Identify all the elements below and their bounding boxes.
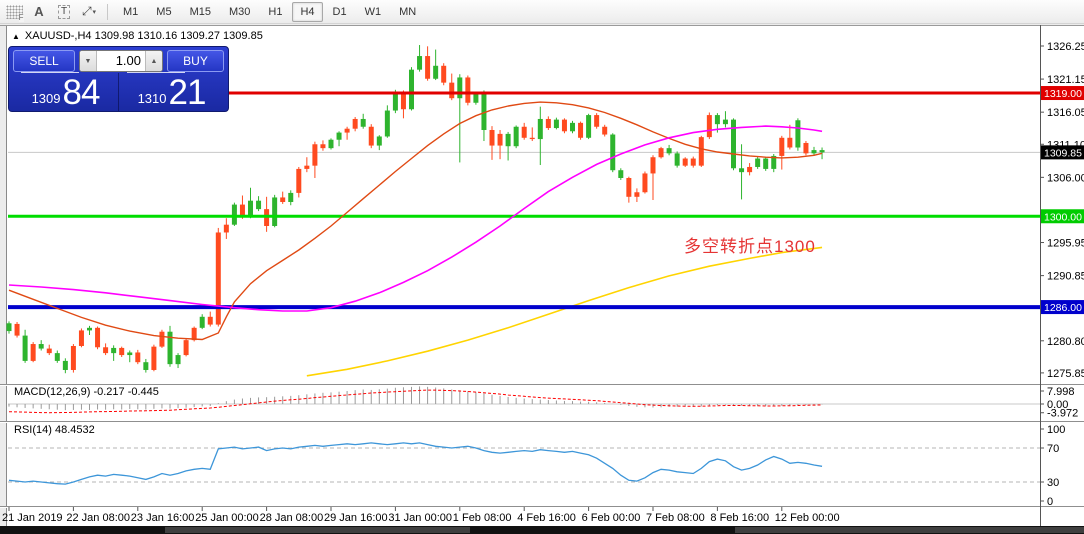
toolbar-separator [107, 3, 108, 20]
svg-text:0: 0 [1047, 496, 1053, 508]
macd-indicator-label: MACD(12,26,9) -0.217 -0.445 [14, 386, 159, 398]
chart-symbol-marker-icon: ▲ [12, 31, 20, 41]
svg-text:1326.25: 1326.25 [1047, 41, 1084, 53]
buy-price-prefix: 1310 [137, 91, 167, 106]
volume-increase-button[interactable]: ▲ [145, 51, 162, 71]
one-click-trading-panel: SELL ▼ 1.00 ▲ BUY 1309 84 1310 21 [8, 46, 229, 112]
chart-annotation: 多空转折点1300 [684, 237, 816, 256]
svg-text:100: 100 [1047, 424, 1065, 436]
svg-text:1 Feb 08:00: 1 Feb 08:00 [453, 512, 512, 524]
svg-text:1306.00: 1306.00 [1047, 172, 1084, 184]
svg-text:25 Jan 00:00: 25 Jan 00:00 [195, 512, 259, 524]
chevron-down-icon: ▾ [92, 8, 97, 16]
grid-icon: F [5, 4, 24, 22]
timeframe-button-d1[interactable]: D1 [325, 2, 355, 22]
volume-input[interactable]: 1.00 [97, 51, 145, 71]
svg-text:1300.00: 1300.00 [1044, 211, 1082, 223]
letter-a-icon: A [34, 4, 44, 19]
svg-text:1321.15: 1321.15 [1047, 74, 1084, 86]
sell-price-big: 84 [62, 73, 100, 112]
svg-text:1316.05: 1316.05 [1047, 107, 1084, 119]
svg-text:1290.85: 1290.85 [1047, 271, 1084, 283]
svg-text:6 Feb 00:00: 6 Feb 00:00 [582, 512, 641, 524]
timeframe-button-m5[interactable]: M5 [148, 2, 179, 22]
svg-text:29 Jan 16:00: 29 Jan 16:00 [324, 512, 388, 524]
rsi-indicator-label: RSI(14) 48.4532 [14, 424, 95, 436]
text-label-button[interactable]: T [53, 2, 75, 22]
svg-text:70: 70 [1047, 443, 1059, 455]
chart-window: 1326.25 1321.15 1316.05 1311.10 1306.00 1295.… [0, 25, 1084, 526]
svg-text:23 Jan 16:00: 23 Jan 16:00 [131, 512, 195, 524]
svg-text:4 Feb 16:00: 4 Feb 16:00 [517, 512, 576, 524]
timeframe-button-m30[interactable]: M30 [221, 2, 258, 22]
svg-text:1275.85: 1275.85 [1047, 368, 1084, 380]
svg-text:-3.972: -3.972 [1047, 408, 1078, 420]
svg-text:28 Jan 08:00: 28 Jan 08:00 [260, 512, 324, 524]
bottom-edge-segment [165, 527, 470, 533]
svg-text:21 Jan 2019: 21 Jan 2019 [2, 512, 63, 524]
cursor-tools-button[interactable]: ⤢ ▾ [78, 2, 100, 22]
svg-text:1319.00: 1319.00 [1044, 88, 1082, 100]
top-toolbar: F A T ⤢ ▾ M1 M5 M15 M30 H1 H4 D1 W1 MN [0, 0, 1084, 24]
svg-text:30: 30 [1047, 477, 1059, 489]
timeframe-button-h4[interactable]: H4 [292, 1, 323, 22]
svg-text:1286.00: 1286.00 [1044, 302, 1082, 314]
sell-button[interactable]: SELL [13, 50, 75, 72]
svg-text:1295.95: 1295.95 [1047, 238, 1084, 250]
grid-icon-button[interactable]: F [3, 2, 25, 22]
sell-price-area[interactable]: 1309 84 [13, 72, 118, 112]
timeframe-button-h1[interactable]: H1 [260, 2, 290, 22]
volume-decrease-button[interactable]: ▼ [80, 51, 97, 71]
svg-text:22 Jan 08:00: 22 Jan 08:00 [66, 512, 130, 524]
chart-title-text: XAUUSD-,H4 1309.98 1310.16 1309.27 1309.… [24, 30, 263, 42]
svg-text:12 Feb 00:00: 12 Feb 00:00 [775, 512, 840, 524]
buy-price-big: 21 [168, 73, 206, 112]
font-a-button[interactable]: A [28, 2, 50, 22]
diagonal-arrows-icon: ⤢ [81, 4, 92, 18]
timeframe-button-m15[interactable]: M15 [182, 2, 219, 22]
svg-text:1280.80: 1280.80 [1047, 336, 1084, 348]
timeframe-button-w1[interactable]: W1 [357, 2, 390, 22]
buy-button[interactable]: BUY [167, 50, 224, 72]
timeframe-button-m1[interactable]: M1 [115, 2, 146, 22]
chart-title: ▲ XAUUSD-,H4 1309.98 1310.16 1309.27 130… [12, 30, 263, 42]
text-t-icon: T [57, 4, 71, 19]
svg-text:1309.85: 1309.85 [1044, 147, 1082, 159]
buy-underline [127, 72, 185, 73]
sell-price-prefix: 1309 [31, 91, 61, 106]
svg-text:8 Feb 16:00: 8 Feb 16:00 [710, 512, 769, 524]
svg-text:31 Jan 00:00: 31 Jan 00:00 [388, 512, 452, 524]
bottom-edge-segment [735, 527, 1084, 533]
sell-underline [21, 72, 79, 73]
buy-price-area[interactable]: 1310 21 [118, 72, 224, 112]
svg-text:7 Feb 08:00: 7 Feb 08:00 [646, 512, 705, 524]
trading-terminal: { "toolbar": { "grid_letter": "F", "icon… [0, 0, 1084, 534]
svg-text:7.998: 7.998 [1047, 386, 1075, 398]
volume-stepper: ▼ 1.00 ▲ [79, 50, 163, 72]
timeframe-group: M1 M5 M15 M30 H1 H4 D1 W1 MN [115, 1, 424, 22]
bottom-window-edge [0, 526, 1084, 534]
timeframe-button-mn[interactable]: MN [391, 2, 424, 22]
